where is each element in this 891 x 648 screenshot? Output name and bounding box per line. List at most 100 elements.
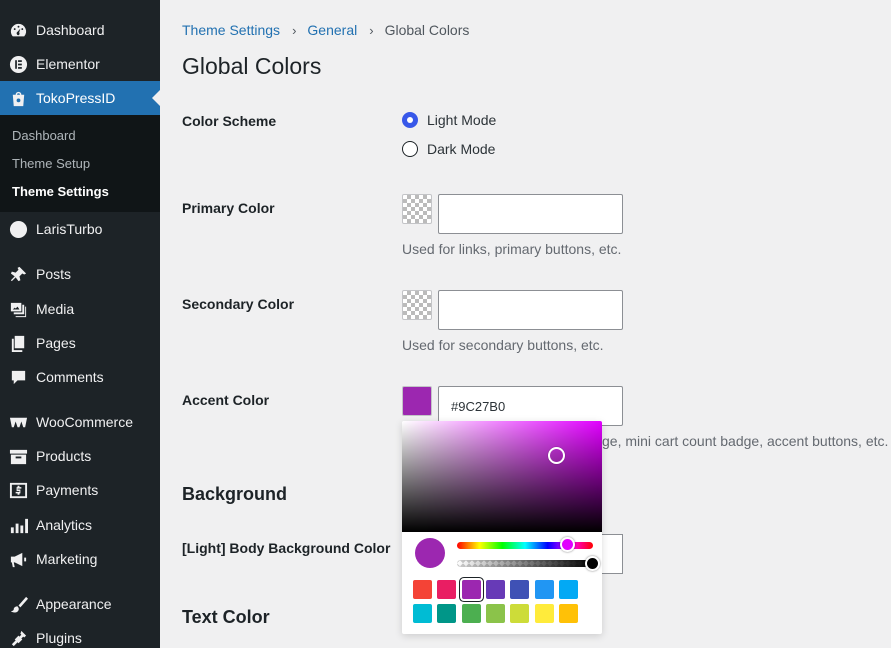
- paintbrush-icon: [8, 594, 28, 614]
- sidebar-item-media[interactable]: Media: [0, 292, 160, 326]
- color-preset-swatch[interactable]: [534, 580, 554, 599]
- sidebar-item-analytics[interactable]: Analytics: [0, 508, 160, 542]
- media-icon: [8, 299, 28, 319]
- sidebar-item-posts[interactable]: Posts: [0, 257, 160, 291]
- submenu-item-theme-setup[interactable]: Theme Setup: [12, 156, 90, 171]
- sidebar-item-label: Analytics: [36, 517, 93, 533]
- color-preset-swatch[interactable]: [485, 580, 505, 599]
- submenu-item-theme-settings[interactable]: Theme Settings: [12, 184, 109, 199]
- sidebar-item-label: Comments: [36, 369, 104, 385]
- submenu-item-dashboard[interactable]: Dashboard: [12, 128, 76, 143]
- woocommerce-icon: [8, 412, 28, 432]
- background-section-title: Background: [182, 484, 288, 504]
- sidebar-item-label: WooCommerce: [36, 414, 133, 430]
- sidebar-item-laristurbo[interactable]: LarisTurbo: [0, 212, 160, 246]
- radio-label: Dark Mode: [427, 141, 496, 157]
- sidebar-item-label: Appearance: [36, 596, 112, 612]
- sidebar-item-payments[interactable]: Payments: [0, 473, 160, 507]
- accent-color-description: ge, mini cart count badge, accent button…: [602, 433, 889, 449]
- sidebar-item-plugins[interactable]: Plugins: [0, 621, 160, 648]
- color-preset-swatch[interactable]: [437, 580, 457, 599]
- color-preset-swatch[interactable]: [534, 604, 554, 623]
- comment-icon: [8, 367, 28, 387]
- breadcrumb-link-theme-settings[interactable]: Theme Settings: [182, 22, 280, 38]
- sidebar-item-dashboard[interactable]: Dashboard: [0, 13, 160, 47]
- hue-slider-handle[interactable]: [560, 537, 575, 552]
- pin-icon: [8, 264, 28, 284]
- sidebar-item-products[interactable]: Products: [0, 439, 160, 473]
- color-preset-swatch[interactable]: [510, 580, 530, 599]
- sidebar-item-label: Payments: [36, 482, 99, 498]
- sidebar-item-label: Pages: [36, 335, 76, 351]
- primary-color-label: Primary Color: [182, 200, 275, 216]
- radio-label: Light Mode: [427, 112, 497, 128]
- secondary-color-label: Secondary Color: [182, 296, 295, 312]
- secondary-color-swatch[interactable]: [402, 290, 432, 320]
- megaphone-icon: [8, 549, 28, 569]
- sidebar-item-label: LarisTurbo: [36, 221, 103, 237]
- primary-color-swatch[interactable]: [402, 194, 432, 224]
- dollar-icon: [8, 480, 28, 500]
- color-preset-swatch[interactable]: [437, 604, 457, 623]
- sidebar-item-label: Posts: [36, 266, 72, 282]
- primary-color-input[interactable]: [438, 194, 623, 234]
- radio-button[interactable]: [402, 112, 418, 128]
- breadcrumb-link-general[interactable]: General: [307, 22, 357, 38]
- primary-color-description: Used for links, primary buttons, etc.: [402, 241, 622, 257]
- sidebar-item-elementor[interactable]: Elementor: [0, 47, 160, 81]
- color-preset-swatch[interactable]: [510, 604, 530, 623]
- color-scheme-label: Color Scheme: [182, 113, 277, 129]
- radio-dark-mode[interactable]: Dark Mode: [402, 141, 495, 157]
- plugin-icon: [8, 628, 28, 648]
- sidebar-submenu: Dashboard Theme Setup Theme Settings: [0, 115, 160, 212]
- sidebar-item-comments[interactable]: Comments: [0, 360, 160, 394]
- sidebar-item-label: Plugins: [36, 630, 82, 646]
- accent-color-label: Accent Color: [182, 392, 270, 408]
- sidebar-item-pages[interactable]: Pages: [0, 326, 160, 360]
- elementor-icon: [8, 54, 28, 74]
- sidebar-item-label: Marketing: [36, 551, 98, 567]
- chevron-right-icon: ›: [369, 22, 374, 38]
- sidebar-item-label: Media: [36, 301, 75, 317]
- text-color-section-title: Text Color: [182, 607, 270, 627]
- color-preset-swatch[interactable]: [558, 580, 578, 599]
- color-preset-swatch[interactable]: [413, 580, 432, 599]
- sidebar-item-label: Dashboard: [36, 22, 105, 38]
- secondary-color-description: Used for secondary buttons, etc.: [402, 337, 604, 353]
- saturation-area[interactable]: [402, 421, 602, 532]
- sidebar-item-label: TokoPressID: [36, 90, 116, 106]
- dashboard-icon: [8, 20, 28, 40]
- secondary-color-input[interactable]: [438, 290, 623, 330]
- sidebar-item-label: Products: [36, 448, 92, 464]
- sidebar-item-appearance[interactable]: Appearance: [0, 587, 160, 621]
- color-preset-swatch[interactable]: [459, 578, 483, 601]
- laristurbo-icon: [8, 219, 28, 239]
- radio-light-mode[interactable]: Light Mode: [402, 112, 496, 128]
- color-preview: [415, 538, 445, 568]
- color-preset-swatch[interactable]: [413, 604, 432, 623]
- sidebar-item-tokopressid[interactable]: TokoPressID: [0, 81, 160, 115]
- body-background-color-label: [Light] Body Background Color: [182, 540, 391, 556]
- bar-chart-icon: [8, 515, 28, 535]
- sidebar-item-label: Elementor: [36, 56, 100, 72]
- shopping-bag-icon: [8, 88, 28, 108]
- color-preset-swatch[interactable]: [485, 604, 505, 623]
- sidebar-item-marketing[interactable]: Marketing: [0, 542, 160, 576]
- pages-icon: [8, 333, 28, 353]
- alpha-slider-handle[interactable]: [585, 556, 600, 571]
- accent-color-swatch[interactable]: [402, 386, 432, 416]
- accent-color-input[interactable]: [438, 386, 623, 426]
- admin-sidebar: Dashboard Elementor TokoPressID Dashboar…: [0, 0, 160, 648]
- breadcrumb: Theme Settings › General › Global Colors: [182, 22, 469, 38]
- breadcrumb-current: Global Colors: [384, 22, 470, 38]
- sidebar-item-woocommerce[interactable]: WooCommerce: [0, 405, 160, 439]
- page-title: Global Colors: [182, 53, 322, 79]
- color-preset-swatch[interactable]: [558, 604, 578, 623]
- chevron-right-icon: ›: [292, 22, 297, 38]
- color-preset-swatch[interactable]: [461, 604, 481, 623]
- archive-icon: [8, 446, 28, 466]
- radio-button[interactable]: [402, 141, 418, 157]
- alpha-slider[interactable]: [457, 560, 593, 567]
- saturation-handle[interactable]: [548, 447, 565, 464]
- color-picker-popup: [402, 421, 602, 634]
